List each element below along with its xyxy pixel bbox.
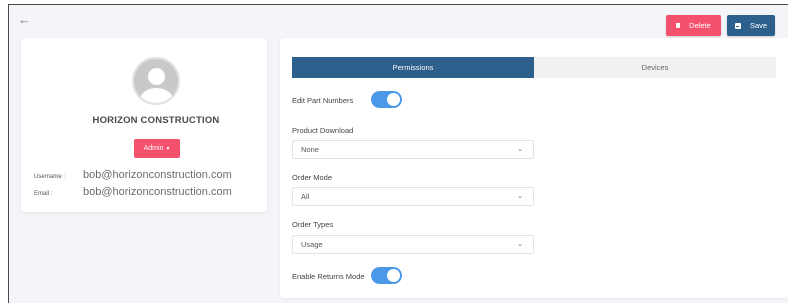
username-label: Username :: [34, 174, 66, 180]
tab-bar: Permissions Devices: [292, 57, 776, 78]
chevron-down-icon: ⌄: [517, 193, 523, 200]
email-label: Email :: [34, 191, 53, 197]
trash-icon: [676, 23, 681, 28]
edit-part-numbers-toggle[interactable]: [371, 91, 402, 108]
username-row: Username : bob@horizonconstruction.com: [34, 169, 232, 181]
tab-permissions[interactable]: Permissions: [292, 57, 534, 78]
order-mode-select[interactable]: All ⌄: [292, 187, 534, 206]
delete-button[interactable]: Delete: [666, 15, 721, 36]
order-types-label: Order Types: [292, 220, 334, 229]
permissions-card: Permissions Devices Edit Part Numbers Pr…: [280, 38, 788, 298]
save-icon: [734, 22, 741, 29]
chevron-down-icon: ⌄: [517, 241, 523, 248]
app-frame: ← Delete Save HORIZON CONSTRUCTION Admin…: [8, 4, 788, 303]
email-value: bob@horizonconstruction.com: [83, 186, 232, 198]
delete-button-label: Delete: [689, 21, 711, 30]
profile-card: HORIZON CONSTRUCTION Admin ▼ Username : …: [21, 38, 267, 212]
chevron-down-icon: ⌄: [517, 146, 523, 153]
product-download-value: None: [301, 145, 319, 154]
toggle-knob: [387, 93, 400, 106]
role-label: Admin: [143, 145, 164, 152]
edit-part-numbers-label: Edit Part Numbers: [292, 96, 354, 105]
email-row: Email : bob@horizonconstruction.com: [34, 186, 232, 198]
order-types-select[interactable]: Usage ⌄: [292, 235, 534, 254]
order-mode-label: Order Mode: [292, 173, 333, 182]
username-value: bob@horizonconstruction.com: [83, 169, 232, 181]
enable-returns-label: Enable Returns Mode: [292, 272, 365, 281]
company-name: HORIZON CONSTRUCTION: [92, 115, 220, 126]
back-arrow-icon[interactable]: ←: [18, 13, 31, 26]
product-download-select[interactable]: None ⌄: [292, 140, 534, 159]
role-dropdown-button[interactable]: Admin ▼: [134, 139, 180, 158]
save-button[interactable]: Save: [727, 15, 775, 36]
product-download-label: Product Download: [292, 126, 354, 135]
caret-down-icon: ▼: [165, 145, 171, 152]
user-avatar-icon: [132, 57, 180, 105]
tab-devices[interactable]: Devices: [534, 57, 776, 78]
save-button-label: Save: [749, 21, 768, 30]
order-types-value: Usage: [301, 240, 323, 249]
order-mode-value: All: [301, 192, 310, 201]
enable-returns-toggle[interactable]: [371, 267, 402, 284]
toggle-knob: [387, 269, 400, 282]
